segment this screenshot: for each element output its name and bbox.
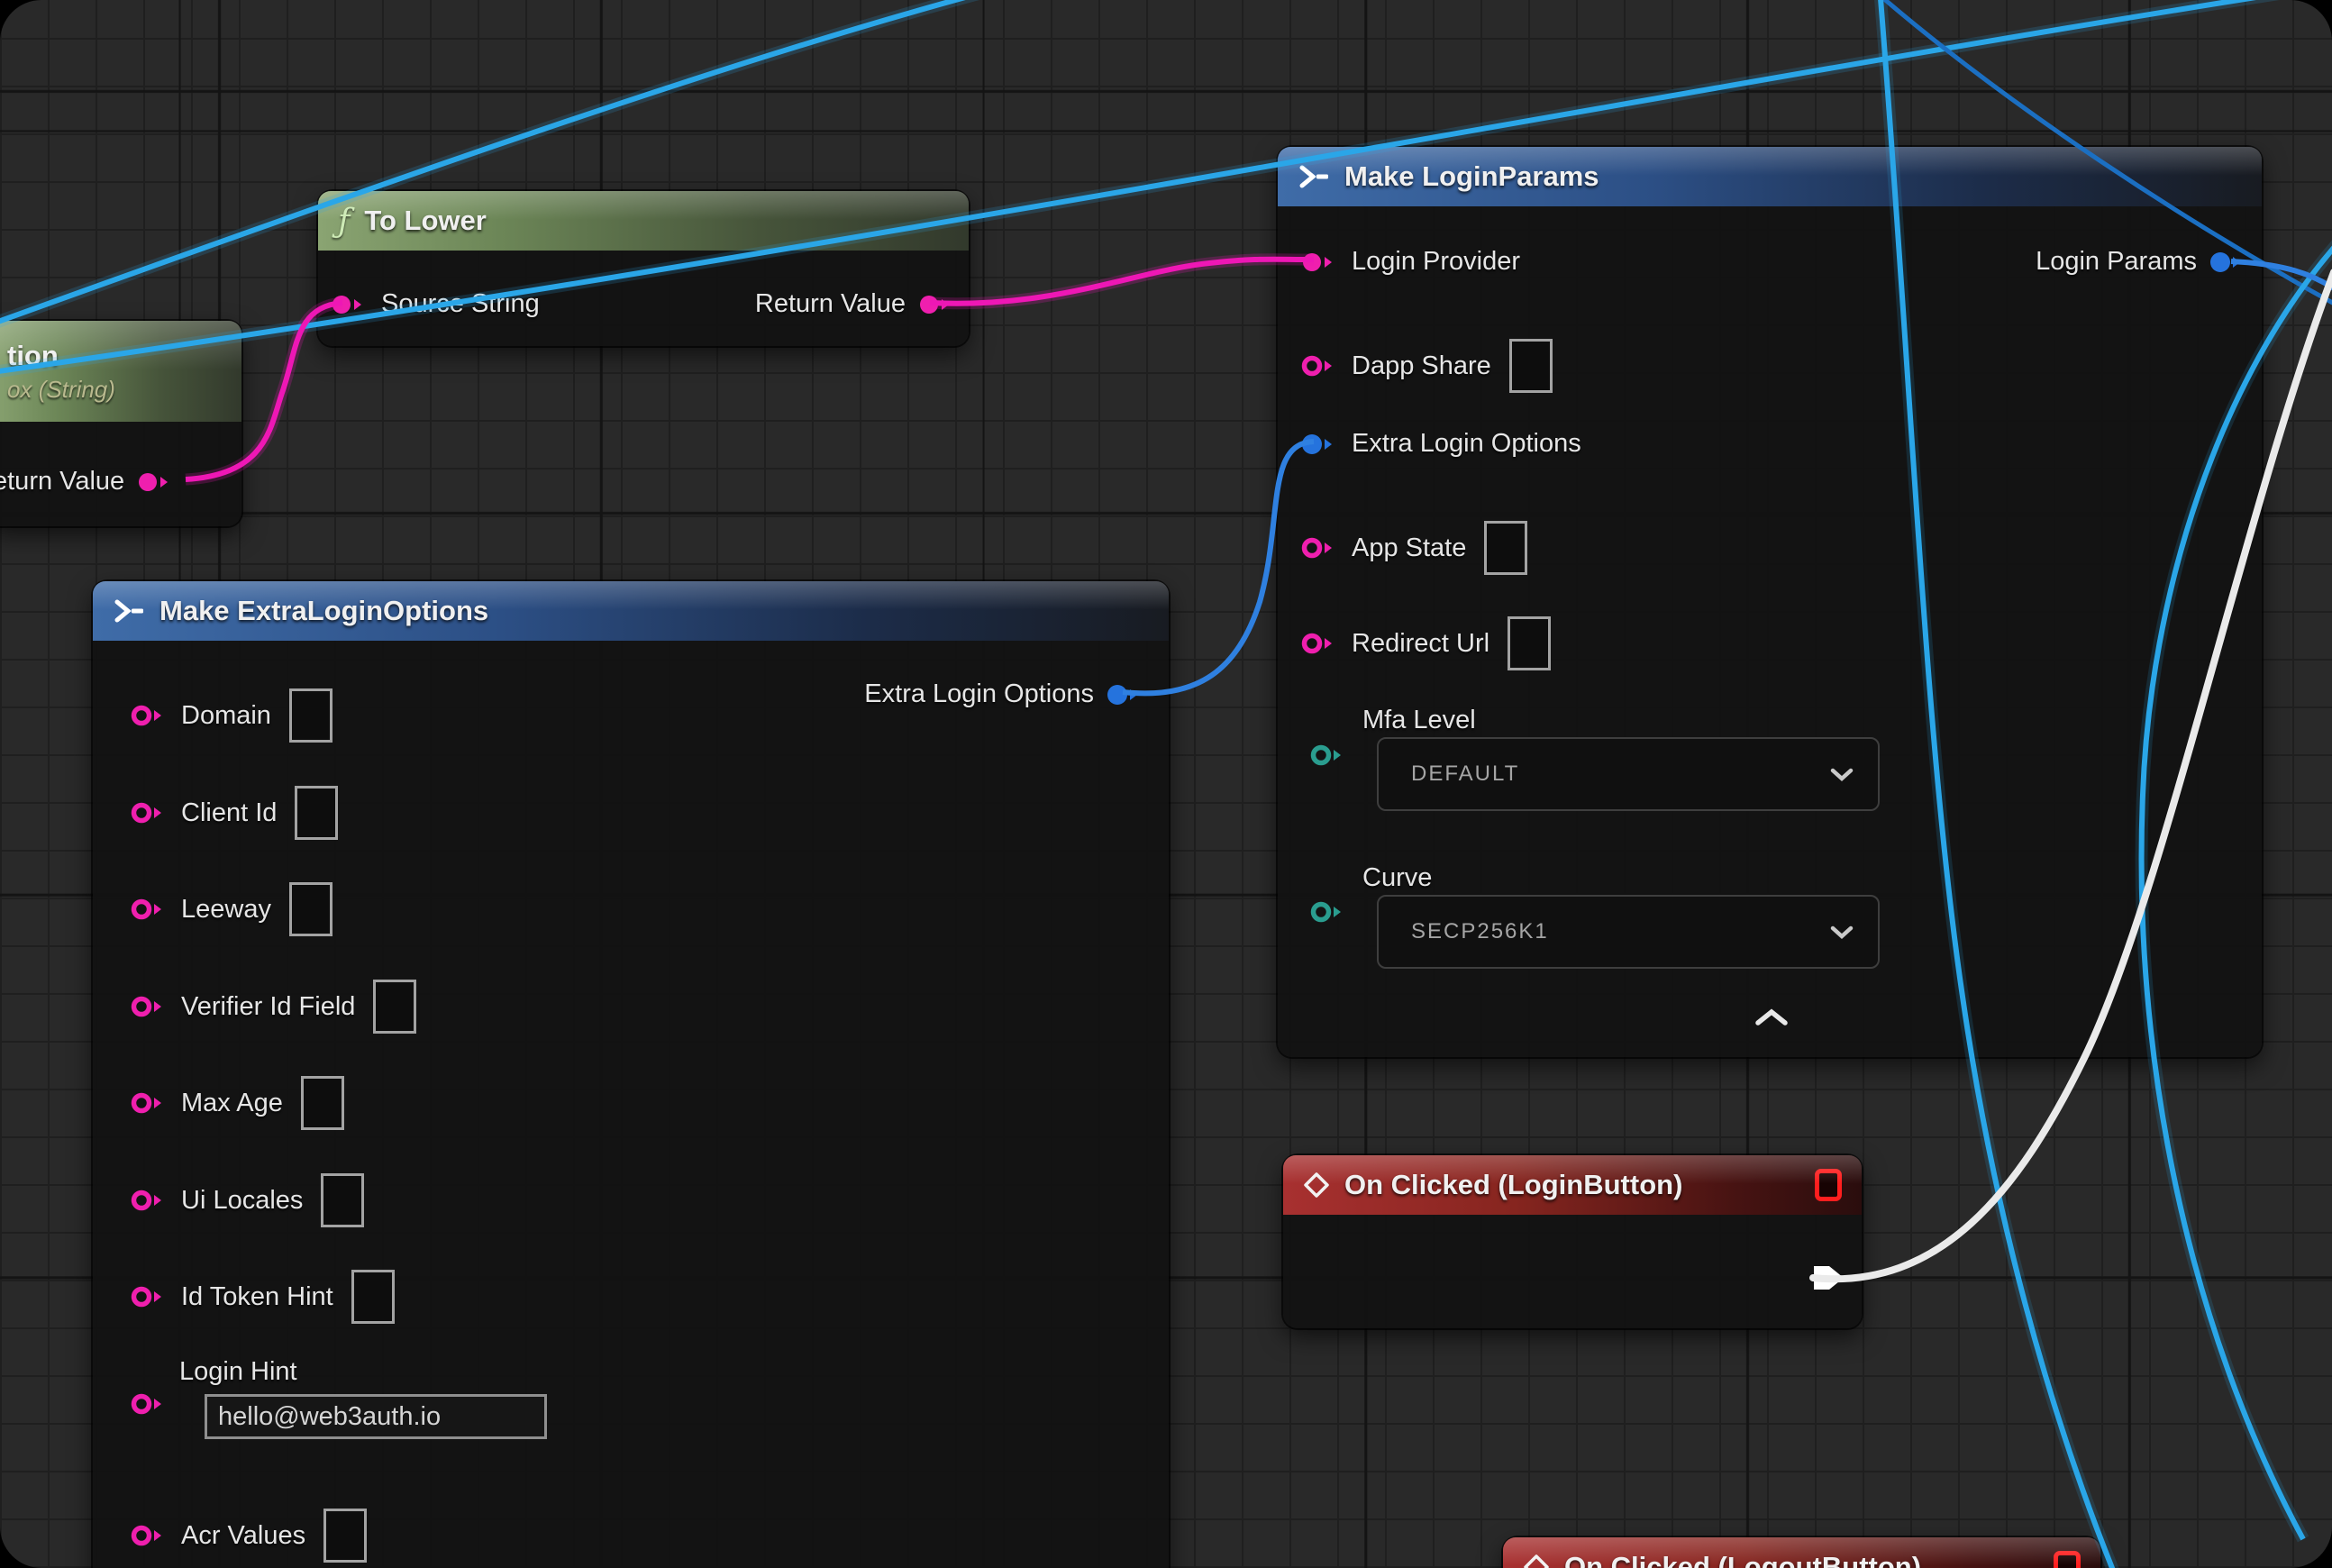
pin-label: Max Age [181,1089,283,1118]
mfa-level-value: DEFAULT [1411,761,1519,787]
login-params-out-pin[interactable] [2209,250,2247,275]
domain-value-box[interactable] [289,688,332,743]
curve-label: Curve [1362,863,1432,893]
pin-label: Source String [381,289,540,319]
function-icon: ƒ [338,203,350,240]
pin-label: Extra Login Options [864,679,1094,709]
curve-dropdown[interactable]: SECP256K1 [1377,895,1880,969]
node-title: To Lower [364,205,486,237]
app-state-pin[interactable] [1301,535,1339,561]
pin-label: Client Id [181,798,277,828]
event-icon [1303,1171,1330,1199]
pin-label: Redirect Url [1352,629,1489,659]
pin-label: Extra Login Options [1352,429,1581,459]
event-icon [1523,1554,1550,1568]
id-token-hint-value-box[interactable] [351,1270,395,1324]
node-to-lower-header[interactable]: ƒ To Lower [318,191,969,251]
node-make-extra-login-options[interactable]: Make ExtraLoginOptions Extra Login Optio… [93,581,1169,1568]
node-title: On Clicked (LoginButton) [1344,1169,1682,1201]
curve-value: SECP256K1 [1411,919,1549,944]
pin-label: Leeway [181,895,271,925]
source-string-pin[interactable] [331,292,369,317]
node-title: Make LoginParams [1344,160,1599,193]
node-on-clicked-logout-header[interactable]: On Clicked (LogoutButton) [1503,1537,2100,1568]
extra-login-options-in-pin[interactable] [1301,432,1339,457]
ui-locales-value-box[interactable] [321,1173,364,1227]
chevron-down-icon [1829,767,1854,782]
make-struct-icon [113,599,145,623]
exec-out-pin[interactable] [1813,1265,1845,1290]
dapp-share-pin[interactable] [1301,353,1339,378]
mfa-level-pin[interactable] [1310,743,1348,768]
acr-values-pin[interactable] [131,1523,169,1548]
login-hint-input[interactable] [205,1394,547,1439]
make-struct-icon [1298,165,1330,188]
client-id-pin[interactable] [131,800,169,825]
verifier-id-field-pin[interactable] [131,994,169,1019]
node-partial-string-function[interactable]: tion ox (String) eturn Value [0,321,241,526]
node-partial-header[interactable]: tion ox (String) [0,321,241,422]
pin-label: Id Token Hint [181,1282,333,1312]
login-provider-pin[interactable] [1301,250,1339,275]
pin-label: eturn Value [0,467,124,497]
node-subtitle-fragment: ox (String) [7,376,115,404]
wire-pink-tolower-to-provider[interactable] [930,260,1314,304]
extra-login-options-out-pin[interactable] [1107,682,1144,707]
pin-label: Dapp Share [1352,351,1491,381]
collapse-caret-icon[interactable] [1754,1007,1790,1027]
node-title: Make ExtraLoginOptions [159,595,488,627]
leeway-value-box[interactable] [289,882,332,936]
max-age-pin[interactable] [131,1090,169,1116]
delegate-square-icon[interactable] [1815,1169,1842,1201]
mfa-level-label: Mfa Level [1362,706,1476,735]
login-hint-pin[interactable] [131,1391,169,1417]
verifier-id-field-value-box[interactable] [373,980,416,1034]
app-state-value-box[interactable] [1484,521,1527,575]
node-title: On Clicked (LogoutButton) [1564,1551,1921,1568]
chevron-down-icon [1829,925,1854,940]
domain-pin[interactable] [131,703,169,728]
acr-values-value-box[interactable] [323,1509,367,1563]
node-make-login-params[interactable]: Make LoginParams Login Provider Login Pa… [1278,147,2262,1057]
redirect-url-pin[interactable] [1301,631,1339,656]
redirect-url-value-box[interactable] [1508,616,1551,670]
pin-label: Domain [181,701,271,731]
pin-label: Acr Values [181,1521,305,1551]
client-id-value-box[interactable] [295,786,338,840]
pin-label: App State [1352,533,1466,563]
return-value-pin[interactable] [137,469,175,495]
pin-label: Verifier Id Field [181,992,355,1022]
mfa-level-dropdown[interactable]: DEFAULT [1377,737,1880,811]
curve-pin[interactable] [1310,899,1348,925]
pin-label: Login Params [2036,247,2197,277]
pin-label: Ui Locales [181,1186,303,1216]
max-age-value-box[interactable] [301,1076,344,1130]
node-on-clicked-login-header[interactable]: On Clicked (LoginButton) [1283,1155,1862,1215]
pin-label: Return Value [755,289,906,319]
node-to-lower[interactable]: ƒ To Lower Source String Return Value [318,191,969,346]
ui-locales-pin[interactable] [131,1188,169,1213]
node-make-login-params-header[interactable]: Make LoginParams [1278,147,2262,206]
delegate-square-icon[interactable] [2054,1551,2081,1568]
node-on-clicked-logout-button[interactable]: On Clicked (LogoutButton) [1503,1537,2100,1568]
node-make-extra-header[interactable]: Make ExtraLoginOptions [93,581,1169,641]
id-token-hint-pin[interactable] [131,1284,169,1309]
node-on-clicked-login-button[interactable]: On Clicked (LoginButton) [1283,1155,1862,1328]
dapp-share-value-box[interactable] [1509,339,1553,393]
return-value-pin[interactable] [918,292,956,317]
login-hint-label: Login Hint [179,1357,297,1387]
leeway-pin[interactable] [131,897,169,922]
pin-label: Login Provider [1352,247,1520,277]
node-title-fragment: tion [7,340,59,372]
blueprint-graph-canvas[interactable]: ƒ To Lower Source String Return Value ti… [0,0,2332,1568]
